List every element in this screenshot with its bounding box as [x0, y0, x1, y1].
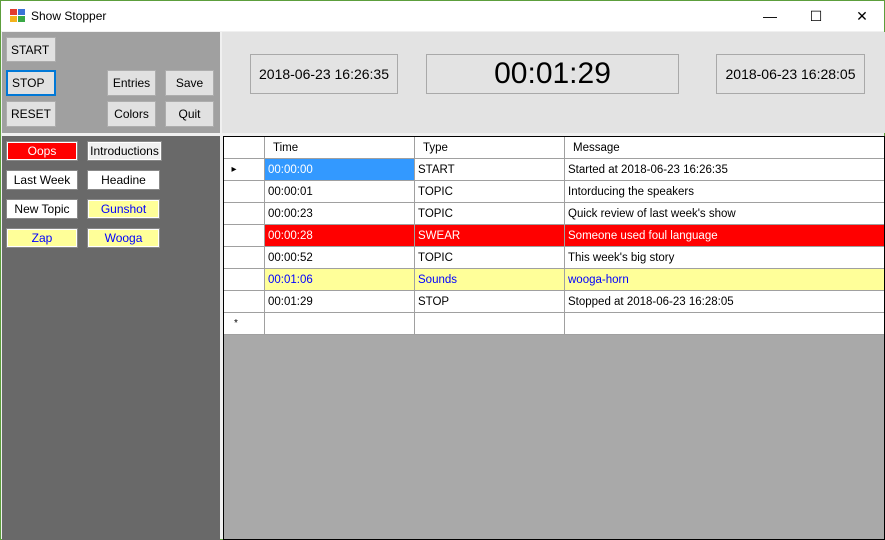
row-header[interactable] [224, 269, 265, 291]
cue-button-gunshot[interactable]: Gunshot [87, 199, 160, 219]
cell-time[interactable]: 00:01:29 [265, 291, 415, 313]
minimize-button[interactable]: — [747, 1, 793, 31]
row-header[interactable] [224, 291, 265, 313]
row-header-corner [224, 137, 265, 159]
control-panel: START STOP RESET Entries Save Colors Qui… [2, 32, 220, 133]
table-row[interactable]: 00:00:52 TOPIC This week's big story [224, 247, 884, 269]
quit-button[interactable]: Quit [165, 101, 214, 127]
close-button[interactable]: ✕ [839, 1, 885, 31]
colors-button[interactable]: Colors [107, 101, 156, 127]
table-row[interactable]: 00:00:01 TOPIC Intorducing the speakers [224, 181, 884, 203]
cell-type[interactable]: TOPIC [415, 247, 565, 269]
table-row[interactable]: 00:01:06 Sounds wooga-horn [224, 269, 884, 291]
cue-button-oops[interactable]: Oops [6, 141, 78, 161]
new-row-cell-message[interactable] [565, 313, 884, 335]
column-header-type[interactable]: Type [415, 137, 565, 159]
cell-message[interactable]: Stopped at 2018-06-23 16:28:05 [565, 291, 884, 313]
cell-time[interactable]: 00:00:52 [265, 247, 415, 269]
table-row[interactable]: 00:01:29 STOP Stopped at 2018-06-23 16:28:… [224, 291, 884, 313]
cell-message[interactable]: This week's big story [565, 247, 884, 269]
row-header[interactable] [224, 203, 265, 225]
new-row[interactable]: * [224, 313, 884, 335]
window-title: Show Stopper [31, 9, 107, 23]
app-icon [10, 9, 26, 23]
log-grid[interactable]: Time Type Message ▸ 00:00:00 START Started … [223, 136, 885, 540]
cell-message[interactable]: Quick review of last week's show [565, 203, 884, 225]
cue-button-introductions[interactable]: Introductions [87, 141, 162, 161]
row-header[interactable]: ▸ [224, 159, 265, 181]
current-row-arrow-icon: ▸ [231, 164, 237, 175]
title-bar[interactable]: Show Stopper — ☐ ✕ [1, 1, 884, 31]
cell-message[interactable]: Started at 2018-06-23 16:26:35 [565, 159, 884, 181]
entries-button[interactable]: Entries [107, 70, 156, 96]
table-row[interactable]: ▸ 00:00:00 START Started at 2018-06-23 16:2… [224, 159, 884, 181]
cell-time[interactable]: 00:00:23 [265, 203, 415, 225]
cue-button-zap[interactable]: Zap [6, 228, 78, 248]
cell-time[interactable]: 00:00:28 [265, 225, 415, 247]
row-header[interactable] [224, 225, 265, 247]
stop-button[interactable]: STOP [6, 70, 56, 96]
cue-button-headine[interactable]: Headine [87, 170, 160, 190]
cue-button-new-topic[interactable]: New Topic [6, 199, 78, 219]
cell-time[interactable]: 00:00:01 [265, 181, 415, 203]
cue-panel: Oops Introductions Last Week Headine New… [2, 136, 220, 540]
cell-type[interactable]: STOP [415, 291, 565, 313]
cell-message[interactable]: Someone used foul language [565, 225, 884, 247]
cell-type[interactable]: SWEAR [415, 225, 565, 247]
cell-time[interactable]: 00:01:06 [265, 269, 415, 291]
start-time-display: 2018-06-23 16:26:35 [250, 54, 398, 94]
new-row-cell-type[interactable] [415, 313, 565, 335]
start-button[interactable]: START [6, 37, 56, 62]
table-row[interactable]: 00:00:28 SWEAR Someone used foul language [224, 225, 884, 247]
app-window: Show Stopper — ☐ ✕ START STOP RESET Entr… [0, 0, 885, 540]
row-header[interactable] [224, 247, 265, 269]
maximize-button[interactable]: ☐ [793, 1, 839, 31]
cell-message[interactable]: Intorducing the speakers [565, 181, 884, 203]
column-header-message[interactable]: Message [565, 137, 884, 159]
cell-message[interactable]: wooga-horn [565, 269, 884, 291]
column-header-time[interactable]: Time [265, 137, 415, 159]
save-button[interactable]: Save [165, 70, 214, 96]
reset-button[interactable]: RESET [6, 101, 56, 127]
new-row-cell-time[interactable] [265, 313, 415, 335]
grid-header-row: Time Type Message [224, 137, 884, 159]
cell-type[interactable]: TOPIC [415, 203, 565, 225]
elapsed-time-display: 00:01:29 [426, 54, 679, 94]
cell-type[interactable]: Sounds [415, 269, 565, 291]
cell-type[interactable]: TOPIC [415, 181, 565, 203]
cue-button-wooga[interactable]: Wooga [87, 228, 160, 248]
cue-button-last-week[interactable]: Last Week [6, 170, 78, 190]
end-time-display: 2018-06-23 16:28:05 [716, 54, 865, 94]
table-row[interactable]: 00:00:23 TOPIC Quick review of last week's… [224, 203, 884, 225]
row-header[interactable] [224, 181, 265, 203]
cell-type[interactable]: START [415, 159, 565, 181]
new-row-marker-icon: * [224, 313, 265, 335]
clock-panel: 2018-06-23 16:26:35 00:01:29 2018-06-23 … [222, 32, 885, 133]
cell-time[interactable]: 00:00:00 [265, 159, 415, 181]
